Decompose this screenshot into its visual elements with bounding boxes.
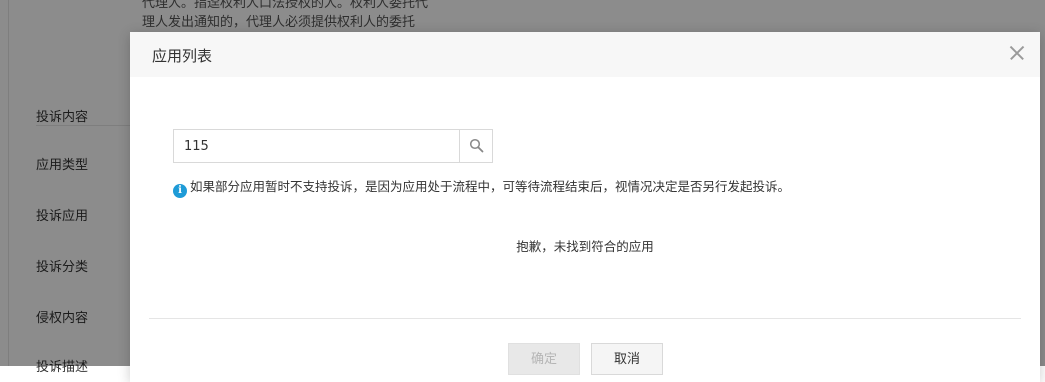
footer-divider (149, 318, 1021, 319)
info-icon: i (173, 184, 187, 198)
notice-text: 如果部分应用暂时不支持投诉，是因为应用处于流程中，可等待流程结束后，视情况决定是… (190, 179, 791, 194)
app-list-modal: 应用列表 i如果部分应用暂时不支持投诉，是因为应用处于流程中，可等待流程结束后，… (130, 32, 1040, 382)
empty-result-message: 抱歉，未找到符合的应用 (516, 239, 654, 254)
cancel-button[interactable]: 取消 (591, 343, 663, 375)
modal-header: 应用列表 (130, 32, 1040, 77)
notice-message: i 如果部分应用暂时不支持投诉，是因为应用处于流程中，可等待流程结束后，视情况决定… (173, 176, 790, 198)
search-box (173, 129, 493, 163)
search-input[interactable] (174, 130, 461, 162)
confirm-button[interactable]: 确定 (508, 343, 580, 375)
search-button[interactable] (459, 130, 492, 162)
close-icon[interactable] (1006, 42, 1026, 64)
modal-title: 应用列表 (152, 47, 213, 65)
search-icon (469, 138, 484, 153)
